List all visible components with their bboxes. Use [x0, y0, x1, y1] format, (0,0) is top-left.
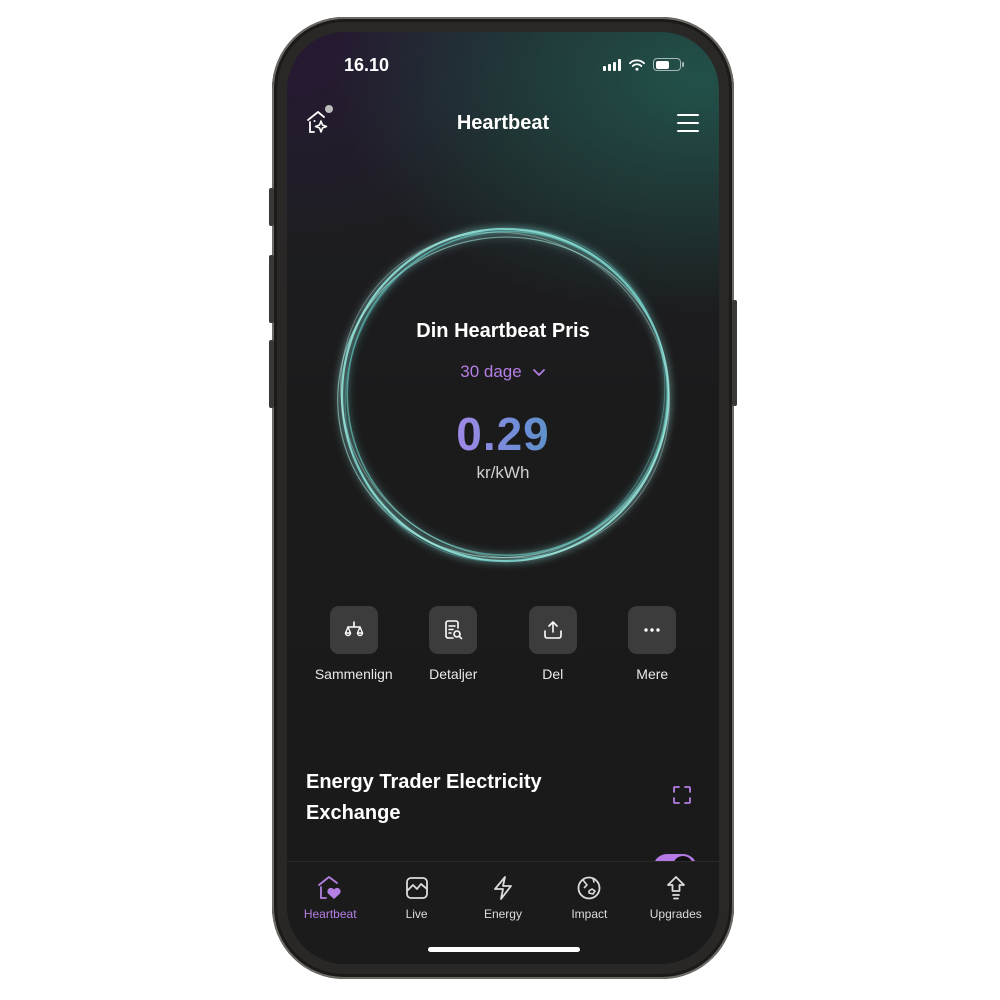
quick-actions: Sammenlign Detaljer Del Mere: [304, 606, 702, 682]
price-label: Din Heartbeat Pris: [416, 320, 590, 342]
more-label: Mere: [636, 666, 669, 682]
details-action[interactable]: Detaljer: [404, 606, 504, 682]
more-icon: [644, 628, 660, 632]
chevron-down-icon: [532, 368, 545, 376]
home-heart-icon: [318, 876, 341, 899]
tab-impact[interactable]: Impact: [546, 874, 632, 921]
compare-action[interactable]: Sammenlign: [304, 606, 404, 682]
menu-icon[interactable]: [677, 114, 699, 132]
tab-label: Impact: [571, 907, 608, 921]
details-button[interactable]: [429, 606, 478, 654]
wifi-icon: [629, 58, 645, 71]
tab-label: Energy: [483, 907, 522, 921]
action-button: [269, 188, 274, 226]
document-search-icon: [445, 620, 463, 640]
share-button[interactable]: [528, 606, 577, 654]
tab-label: Live: [405, 907, 428, 921]
price-value: 0.29: [287, 407, 719, 461]
details-label: Detaljer: [429, 666, 478, 682]
tab-heartbeat[interactable]: Heartbeat: [287, 874, 373, 921]
more-button[interactable]: [628, 606, 677, 654]
home-indicator[interactable]: [428, 947, 580, 952]
status-time: 16.10: [344, 55, 390, 75]
share-action[interactable]: Del: [503, 606, 603, 682]
app-screen: 16.10 Heartbeat Din Heartbeat Pris 30 da…: [287, 32, 719, 964]
expand-icon[interactable]: [671, 784, 693, 806]
volume-up-button: [269, 255, 274, 323]
tab-label: Heartbeat: [303, 907, 357, 921]
period-value: 30 dage: [460, 362, 522, 381]
upgrade-arrow-icon: [666, 876, 685, 900]
battery-icon: [653, 58, 684, 71]
heartbeat-ring: [327, 217, 683, 573]
period-dropdown[interactable]: 30 dage: [287, 362, 719, 382]
price-unit: kr/kWh: [476, 463, 530, 482]
tab-label: Upgrades: [649, 907, 702, 921]
page-title: Heartbeat: [456, 112, 550, 134]
share-label: Del: [542, 666, 564, 682]
tab-bar: Heartbeat Live Energy Impact Upgrades: [287, 861, 719, 964]
status-bar: 16.10: [287, 54, 719, 78]
share-icon: [543, 621, 562, 639]
tab-upgrades[interactable]: Upgrades: [633, 874, 719, 921]
status-icons: [603, 58, 684, 71]
more-action[interactable]: Mere: [603, 606, 703, 682]
compare-button[interactable]: [329, 606, 378, 654]
section-title: Energy Trader Electricity Exchange: [306, 771, 542, 824]
chart-icon: [405, 877, 428, 899]
lightning-icon: [494, 876, 512, 900]
power-button: [732, 300, 737, 406]
app-bar: Heartbeat: [287, 104, 719, 144]
cellular-signal-icon: [603, 58, 621, 71]
scale-icon: [344, 621, 363, 637]
volume-down-button: [269, 340, 274, 408]
ring-visual: [337, 227, 670, 563]
compare-label: Sammenlign: [314, 666, 393, 682]
tab-energy[interactable]: Energy: [460, 874, 546, 921]
tab-live[interactable]: Live: [374, 874, 460, 921]
globe-icon: [577, 876, 601, 900]
